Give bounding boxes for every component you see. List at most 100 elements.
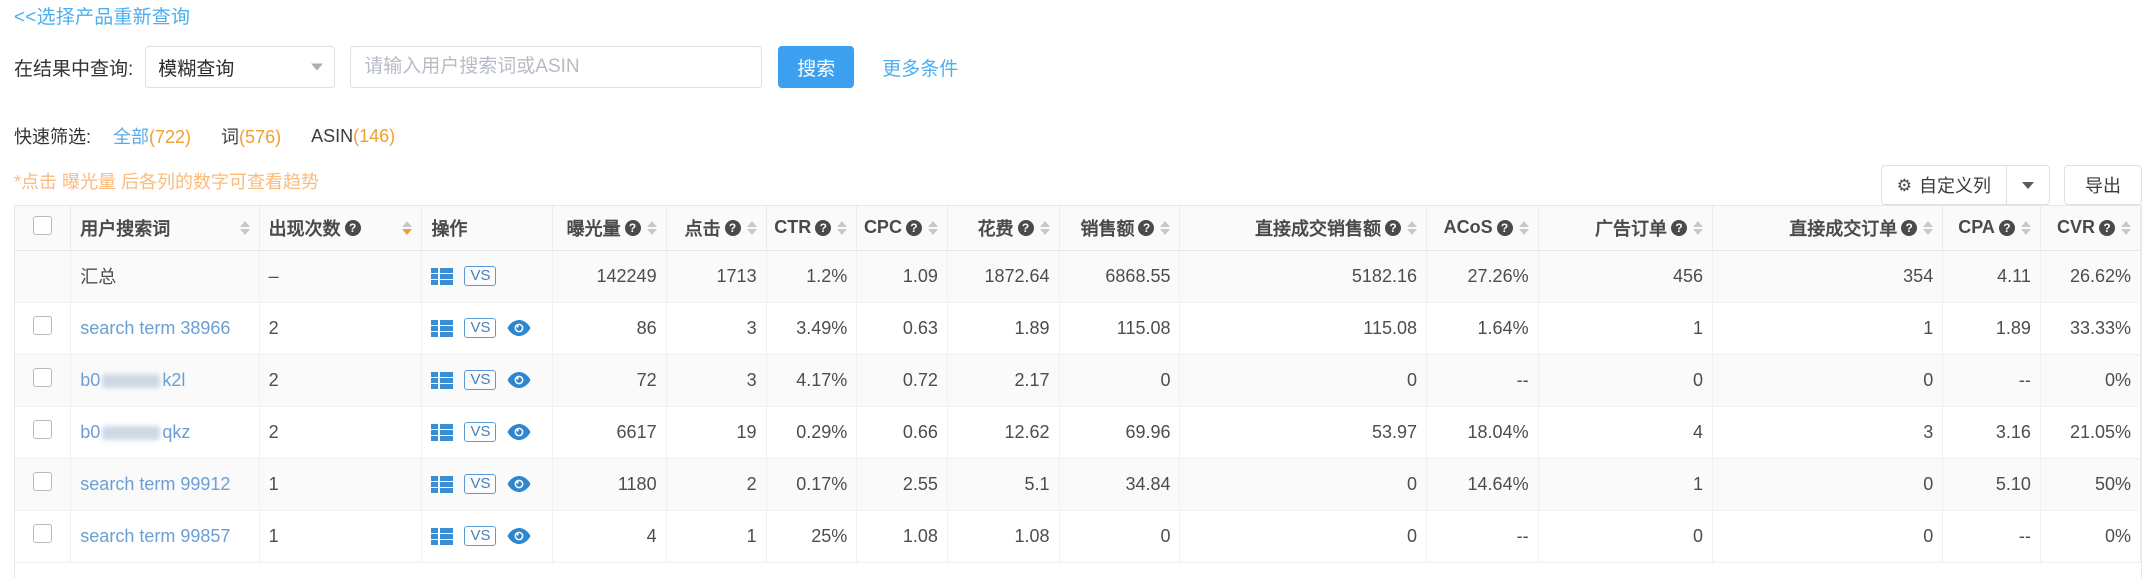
help-icon[interactable]: ? <box>1671 219 1687 236</box>
row-sales[interactable]: 0 <box>1059 510 1181 563</box>
sort-icon[interactable] <box>746 220 757 235</box>
sort-icon[interactable] <box>1518 220 1529 235</box>
help-icon[interactable]: ? <box>344 219 361 236</box>
custom-columns-dropdown-button[interactable] <box>2006 165 2050 205</box>
row-acos[interactable]: 18.04% <box>1426 406 1539 459</box>
row-acos[interactable]: -- <box>1426 510 1539 563</box>
sort-icon[interactable] <box>1693 220 1703 235</box>
header-col-term[interactable]: 用户搜索词 <box>70 206 260 251</box>
row-ctr[interactable]: 4.17% <box>766 354 858 407</box>
row-sales[interactable]: 115.08 <box>1059 302 1181 355</box>
row-checkbox-cell[interactable] <box>15 458 72 511</box>
row-cpc[interactable]: 0.63 <box>856 302 948 355</box>
vs-button[interactable]: VS <box>464 526 497 546</box>
row-checkbox[interactable] <box>33 420 53 439</box>
vs-button[interactable]: VS <box>464 422 497 442</box>
row-cpc[interactable]: 0.72 <box>856 354 948 407</box>
row-cpa[interactable]: 3.16 <box>1942 406 2041 459</box>
header-col-clicks[interactable]: 点击? <box>666 206 767 251</box>
select-all-checkbox[interactable] <box>33 215 53 235</box>
export-button[interactable]: 导出 <box>2064 165 2142 205</box>
header-select-all[interactable] <box>15 206 72 251</box>
help-icon[interactable]: ? <box>624 219 641 236</box>
help-icon[interactable]: ? <box>1017 219 1034 236</box>
help-icon[interactable]: ? <box>724 219 741 236</box>
row-checkbox-cell[interactable] <box>15 354 72 407</box>
help-icon[interactable]: ? <box>905 219 922 236</box>
row-cpa[interactable]: -- <box>1942 354 2041 407</box>
row-impressions[interactable]: 1180 <box>552 458 667 511</box>
search-input[interactable] <box>350 46 763 88</box>
header-col-cpa[interactable]: CPA? <box>1942 206 2041 251</box>
row-impressions[interactable]: 72 <box>552 354 667 407</box>
header-col-cpc[interactable]: CPC? <box>856 206 948 251</box>
row-clicks[interactable]: 2 <box>666 458 767 511</box>
row-checkbox[interactable] <box>33 316 53 335</box>
search-term-link[interactable]: search term 99857 <box>80 526 230 546</box>
row-cpc[interactable]: 1.08 <box>856 510 948 563</box>
sort-icon[interactable] <box>1039 220 1050 235</box>
row-cvr[interactable]: 0% <box>2040 510 2141 563</box>
row-cost[interactable]: 12.62 <box>947 406 1060 459</box>
back-to-product-selection-link[interactable]: <<选择产品重新查询 <box>14 2 190 29</box>
row-sales[interactable]: 0 <box>1059 354 1181 407</box>
row-cpa[interactable]: 5.10 <box>1942 458 2041 511</box>
row-ad-orders[interactable]: 0 <box>1538 510 1714 563</box>
row-ctr[interactable]: 0.17% <box>766 458 858 511</box>
search-term-link[interactable]: b0 k2l <box>80 370 185 390</box>
search-term-link[interactable]: search term 38966 <box>80 318 230 338</box>
help-icon[interactable]: ? <box>815 219 832 236</box>
sort-icon[interactable] <box>646 220 657 235</box>
row-direct-sales[interactable]: 0 <box>1179 354 1427 407</box>
list-icon[interactable] <box>431 319 454 337</box>
header-col-cvr[interactable]: CVR? <box>2040 206 2141 251</box>
row-direct-sales[interactable]: 115.08 <box>1179 302 1427 355</box>
row-cvr[interactable]: 0% <box>2040 354 2141 407</box>
row-cpa[interactable]: -- <box>1942 510 2041 563</box>
row-clicks[interactable]: 19 <box>666 406 767 459</box>
vs-button[interactable]: VS <box>464 318 497 338</box>
row-ad-orders[interactable]: 1 <box>1538 302 1714 355</box>
row-clicks[interactable]: 1 <box>666 510 767 563</box>
sort-icon[interactable] <box>2020 220 2031 235</box>
quick-filter-all[interactable]: 全部(722) <box>113 123 191 149</box>
row-cpc[interactable]: 0.66 <box>856 406 948 459</box>
row-acos[interactable]: 14.64% <box>1426 458 1539 511</box>
eye-icon[interactable] <box>507 527 531 545</box>
list-icon[interactable] <box>431 475 454 493</box>
sort-icon[interactable] <box>927 220 938 235</box>
row-clicks[interactable]: 3 <box>666 354 767 407</box>
list-icon[interactable] <box>431 371 454 389</box>
row-ad-orders[interactable]: 4 <box>1538 406 1714 459</box>
header-col-acos[interactable]: ACoS? <box>1426 206 1539 251</box>
row-ad-orders[interactable]: 0 <box>1538 354 1714 407</box>
sort-icon[interactable] <box>1923 220 1934 235</box>
row-cvr[interactable]: 50% <box>2040 458 2141 511</box>
vs-button[interactable]: VS <box>464 370 497 390</box>
header-col-ctr[interactable]: CTR? <box>766 206 858 251</box>
row-direct-sales[interactable]: 0 <box>1179 458 1427 511</box>
sort-icon-active[interactable] <box>402 220 413 235</box>
row-impressions[interactable]: 4 <box>552 510 667 563</box>
header-col-direct-sales[interactable]: 直接成交销售额? <box>1179 206 1427 251</box>
row-ad-orders[interactable]: 1 <box>1538 458 1714 511</box>
header-col-occurrences[interactable]: 出现次数? <box>259 206 423 251</box>
row-direct-orders[interactable]: 0 <box>1712 458 1944 511</box>
row-cvr[interactable]: 33.33% <box>2040 302 2141 355</box>
quick-filter-word[interactable]: 词(576) <box>221 123 281 149</box>
header-col-impressions[interactable]: 曝光量? <box>552 206 667 251</box>
row-ctr[interactable]: 0.29% <box>766 406 858 459</box>
sort-icon[interactable] <box>837 220 848 235</box>
help-icon[interactable]: ? <box>1384 219 1401 236</box>
sort-icon[interactable] <box>1406 220 1417 235</box>
row-checkbox-cell[interactable] <box>15 510 72 563</box>
vs-button[interactable]: VS <box>464 474 497 494</box>
row-impressions[interactable]: 6617 <box>552 406 667 459</box>
sort-icon[interactable] <box>1160 220 1171 235</box>
row-sales[interactable]: 69.96 <box>1059 406 1181 459</box>
quick-filter-asin[interactable]: ASIN(146) <box>311 126 395 147</box>
row-cost[interactable]: 5.1 <box>947 458 1060 511</box>
list-icon[interactable] <box>431 527 454 545</box>
row-direct-sales[interactable]: 0 <box>1179 510 1427 563</box>
search-term-link[interactable]: b0 qkz <box>80 422 190 442</box>
